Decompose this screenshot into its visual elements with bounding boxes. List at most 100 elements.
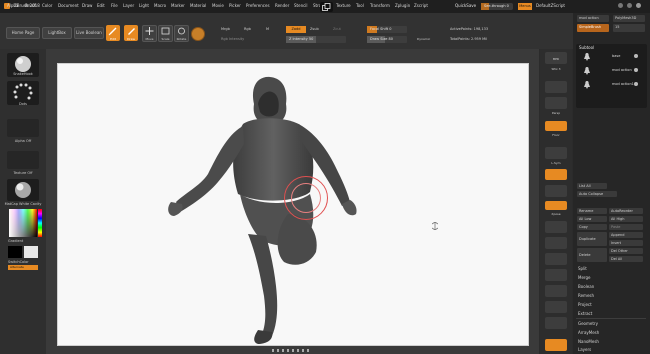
document-canvas[interactable] (57, 63, 529, 346)
menu-zplugin[interactable]: Zplugin (395, 3, 410, 8)
mrgb-button[interactable]: Mrgb (221, 27, 230, 31)
delete-button[interactable]: Delete (577, 248, 607, 262)
current-tool-button[interactable]: mod action (577, 15, 609, 22)
all-high-button[interactable]: All High (609, 216, 643, 222)
close-icon[interactable] (636, 3, 641, 8)
menu-material[interactable]: Material (190, 3, 206, 8)
boolean-menu[interactable]: Boolean (578, 284, 594, 289)
visibility-toggle-icon[interactable] (634, 68, 638, 72)
polymesh-button[interactable]: PolyMesh3D (613, 15, 645, 22)
del-all-button[interactable]: Del All (609, 256, 643, 262)
all-low-button[interactable]: All Low (577, 216, 607, 222)
solo-button[interactable] (545, 317, 567, 329)
main-color-swatch[interactable] (8, 246, 22, 258)
paste-button[interactable]: Paste (609, 224, 643, 230)
nanomesh-menu[interactable]: NanoMesh (578, 339, 599, 344)
remesh-menu[interactable]: Remesh (578, 293, 594, 298)
frame-button[interactable] (545, 185, 567, 197)
menus-button[interactable]: Menus (518, 3, 532, 10)
move-shelf-button[interactable] (545, 221, 567, 233)
rgb-intensity-slider[interactable]: Rgb Intensity (221, 37, 244, 41)
dynamic-orange-button[interactable] (545, 339, 567, 351)
color-picker[interactable] (9, 209, 37, 237)
alternate-button[interactable]: Alternate (8, 265, 38, 270)
texture-thumbnail[interactable] (7, 151, 39, 169)
xyz-button[interactable] (545, 169, 567, 180)
menu-layer[interactable]: Layer (123, 3, 134, 8)
z-intensity-slider[interactable]: Z Intensity 50 (286, 36, 346, 43)
focal-shift-slider[interactable]: Focal Shift 0 (367, 26, 407, 33)
minimize-icon[interactable] (618, 3, 623, 8)
zoom3d-button[interactable] (545, 237, 567, 249)
menu-render[interactable]: Render (275, 3, 289, 8)
draw-button[interactable]: Draw (124, 25, 138, 41)
menu-marker[interactable]: Marker (171, 3, 185, 8)
menu-macro[interactable]: Macro (154, 3, 166, 8)
live-boolean-button[interactable]: Live Boolean (74, 27, 104, 39)
split-menu[interactable]: Split (578, 266, 587, 271)
move-button[interactable]: Move (142, 25, 157, 42)
dynamic-shelf-button[interactable] (545, 81, 567, 93)
transp-button[interactable] (545, 285, 567, 297)
material-sphere-icon[interactable] (191, 27, 205, 41)
xpose-button[interactable] (545, 201, 567, 210)
draw-size-slider[interactable]: Draw Size 80 (367, 36, 407, 43)
extract-menu[interactable]: Extract (578, 311, 592, 316)
default-zscript-button[interactable]: DefaultZScript (536, 3, 565, 8)
rgb-button[interactable]: Rgb (244, 27, 251, 31)
geometry-menu[interactable]: Geometry (578, 321, 598, 326)
subtool-row[interactable]: mod action (578, 66, 644, 79)
dynamic-button[interactable]: Dynamic (417, 37, 430, 41)
menu-draw[interactable]: Draw (82, 3, 92, 8)
subtool-row[interactable]: mod action1 (578, 80, 644, 93)
persp-button[interactable] (545, 97, 567, 109)
menu-zscript[interactable]: Zscript (414, 3, 428, 8)
m-button[interactable]: M (266, 27, 269, 31)
menu-stencil[interactable]: Stencil (294, 3, 308, 8)
copy-button[interactable]: Copy (577, 224, 607, 230)
auto-collapse-button[interactable]: Auto Collapse (577, 191, 617, 197)
menu-document[interactable]: Document (58, 3, 79, 8)
secondary-color-swatch[interactable] (24, 246, 38, 258)
ghost-button[interactable] (545, 301, 567, 313)
menu-transform[interactable]: Transform (370, 3, 390, 8)
arraymesh-menu[interactable]: ArrayMesh (578, 330, 599, 335)
zadd-button[interactable]: Zadd (286, 26, 306, 33)
linefill-button[interactable] (545, 269, 567, 281)
floor-button[interactable] (545, 121, 567, 131)
menu-tool[interactable]: Tool (356, 3, 364, 8)
popout-icon[interactable] (320, 2, 333, 12)
material-thumbnail[interactable] (7, 179, 39, 201)
hue-strip[interactable] (38, 209, 42, 237)
rotate-shelf-button[interactable] (545, 253, 567, 265)
edit-button[interactable]: Edit (106, 25, 120, 41)
menu-file[interactable]: File (111, 3, 118, 8)
list-all-button[interactable]: List All (577, 183, 607, 189)
local-button[interactable] (545, 147, 567, 159)
menu-texture[interactable]: Texture (336, 3, 351, 8)
scale-button[interactable]: Scale (158, 25, 173, 42)
menu-edit[interactable]: Edit (97, 3, 105, 8)
visibility-toggle-icon[interactable] (634, 54, 638, 58)
layers-menu[interactable]: Layers (578, 347, 591, 352)
menu-picker[interactable]: Picker (229, 3, 241, 8)
rotate-button[interactable]: Rotate (174, 25, 189, 42)
home-page-button[interactable]: Home Page (6, 27, 40, 39)
del-other-button[interactable]: Del Other (609, 248, 643, 254)
alpha-thumbnail[interactable] (7, 119, 39, 137)
maximize-icon[interactable] (627, 3, 632, 8)
menu-preferences[interactable]: Preferences (246, 3, 270, 8)
spix-label[interactable]: SPix 3 (540, 67, 572, 71)
merge-menu[interactable]: Merge (578, 275, 591, 280)
menu-movie[interactable]: Movie (212, 3, 224, 8)
menu-alpha[interactable]: Alpha (7, 3, 18, 8)
duplicate-button[interactable]: Duplicate (577, 232, 607, 246)
menu-brush[interactable]: Brush (25, 3, 37, 8)
project-menu[interactable]: Project (578, 302, 592, 307)
see-through-slider[interactable]: See-through 0 (481, 3, 513, 10)
visibility-toggle-icon[interactable] (634, 82, 638, 86)
zcut-button[interactable]: Zcut (333, 27, 341, 31)
menu-light[interactable]: Light (139, 3, 149, 8)
rename-button[interactable]: Rename (577, 208, 607, 214)
append-button[interactable]: Append (609, 232, 643, 238)
